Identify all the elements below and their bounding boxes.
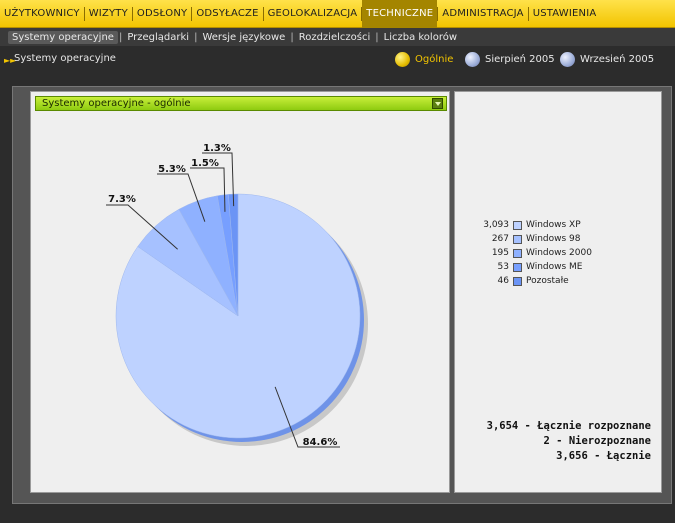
totals-summary: 3,654 - Łącznie rozpoznane 2 - Nierozpoz…: [487, 419, 651, 464]
legend-value: 195: [491, 248, 509, 258]
legend-swatch: [513, 248, 522, 258]
total-recognized: 3,654 - Łącznie rozpoznane: [486, 420, 651, 432]
legend-label: Pozostałe: [526, 276, 569, 286]
total-unrecognized: 2 - Nierozpoznane: [543, 435, 651, 447]
legend-label: Windows ME: [526, 262, 583, 272]
legend-item: 195 Windows 2000: [470, 246, 592, 260]
svg-text:1.3%: 1.3%: [203, 143, 231, 154]
legend-swatch: [513, 262, 522, 272]
total-all: 3,656 - Łącznie: [556, 450, 651, 462]
svg-text:5.3%: 5.3%: [158, 164, 186, 175]
svg-text:7.3%: 7.3%: [108, 194, 136, 205]
legend-label: Windows 2000: [526, 248, 592, 258]
svg-text:1.5%: 1.5%: [191, 158, 219, 169]
legend-value: 53: [497, 262, 509, 272]
legend-item: 46 Pozostałe: [470, 274, 592, 288]
legend-item: 3,093 Windows XP: [470, 218, 592, 232]
legend-swatch: [513, 220, 522, 230]
svg-text:84.6%: 84.6%: [303, 437, 338, 448]
legend-swatch: [513, 276, 522, 286]
legend-value: 3,093: [483, 220, 509, 230]
legend-label: Windows XP: [526, 220, 581, 230]
legend-item: 267 Windows 98: [470, 232, 592, 246]
chart-legend: 3,093 Windows XP 267 Windows 98 195 Windows 2…: [470, 218, 592, 288]
legend-item: 53 Windows ME: [470, 260, 592, 274]
legend-value: 46: [497, 276, 509, 286]
legend-swatch: [513, 234, 522, 244]
legend-label: Windows 98: [526, 234, 581, 244]
legend-value: 267: [491, 234, 509, 244]
